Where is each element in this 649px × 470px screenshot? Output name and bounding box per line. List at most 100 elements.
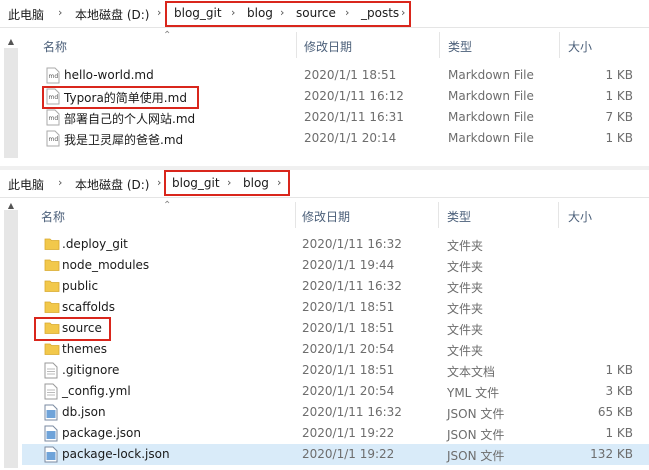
file-date: 2020/1/1 18:51 — [302, 321, 395, 335]
file-date: 2020/1/1 18:51 — [302, 300, 395, 314]
file-date: 2020/1/1 18:51 — [304, 68, 397, 82]
chevron-right-icon[interactable]: › — [58, 6, 62, 19]
column-type[interactable]: 类型 — [448, 38, 472, 55]
explorer-pane-blog: 此电脑 › 本地磁盘 (D:) › blog_git › blog › ▲ ⌃ … — [0, 170, 649, 470]
column-divider[interactable] — [438, 202, 439, 228]
file-name: 部署自己的个人网站.md — [64, 112, 196, 126]
address-bar[interactable]: 此电脑 › 本地磁盘 (D:) › blog_git › blog › — [0, 170, 649, 198]
json-file-icon — [44, 425, 58, 442]
file-size: 1 KB — [605, 89, 633, 103]
file-type: JSON 文件 — [447, 428, 505, 442]
text-file-icon — [44, 383, 58, 400]
file-type: Markdown File — [448, 89, 534, 103]
file-type: 文件夹 — [447, 239, 484, 253]
breadcrumb-this-pc[interactable]: 此电脑 — [8, 6, 44, 23]
folder-icon — [44, 341, 60, 358]
file-row[interactable]: node_modules 2020/1/1 19:44 文件夹 — [22, 255, 649, 276]
file-date: 2020/1/1 19:22 — [302, 426, 395, 440]
column-date[interactable]: 修改日期 — [302, 208, 350, 225]
column-divider[interactable] — [439, 32, 440, 58]
chevron-right-icon[interactable]: › — [58, 176, 62, 189]
explorer-pane-posts: 此电脑 › 本地磁盘 (D:) › blog_git › blog › sour… — [0, 0, 649, 166]
file-date: 2020/1/11 16:12 — [304, 89, 404, 103]
file-size: 1 KB — [605, 131, 633, 145]
folder-highlight-box — [34, 317, 111, 341]
file-name: 我是卫灵犀的爸爸.md — [64, 133, 184, 147]
breadcrumb-this-pc[interactable]: 此电脑 — [8, 176, 44, 193]
breadcrumb-local-disk[interactable]: 本地磁盘 (D:) — [75, 176, 149, 193]
column-header: ⌃ 名称 修改日期 类型 大小 — [0, 30, 649, 58]
chevron-right-icon[interactable]: › — [157, 176, 161, 189]
file-row[interactable]: package.json 2020/1/1 19:22 JSON 文件 1 KB — [22, 423, 649, 444]
file-size: 7 KB — [605, 110, 633, 124]
file-type: 文件夹 — [447, 260, 484, 274]
file-name: node_modules — [62, 258, 150, 272]
file-name: .gitignore — [62, 363, 120, 377]
svg-text:md: md — [49, 136, 59, 143]
file-type: 文本文档 — [447, 365, 496, 379]
column-size[interactable]: 大小 — [568, 208, 592, 225]
scrollbar-track[interactable] — [4, 210, 18, 468]
file-size: 3 KB — [605, 384, 633, 398]
breadcrumb-local-disk[interactable]: 本地磁盘 (D:) — [75, 6, 149, 23]
column-date[interactable]: 修改日期 — [304, 38, 352, 55]
file-date: 2020/1/1 20:14 — [304, 131, 397, 145]
column-size[interactable]: 大小 — [568, 38, 592, 55]
file-row[interactable]: package-lock.json 2020/1/1 19:22 JSON 文件 13… — [22, 444, 649, 465]
folder-icon — [44, 236, 60, 253]
svg-text:md: md — [49, 115, 59, 122]
file-name: package-lock.json — [62, 447, 170, 461]
column-divider[interactable] — [295, 202, 296, 228]
file-name: package.json — [62, 426, 142, 440]
file-row[interactable]: themes 2020/1/1 20:54 文件夹 — [22, 339, 649, 360]
file-row[interactable]: public 2020/1/11 16:32 文件夹 — [22, 276, 649, 297]
text-file-icon — [44, 362, 58, 379]
address-bar[interactable]: 此电脑 › 本地磁盘 (D:) › blog_git › blog › sour… — [0, 0, 649, 28]
file-row[interactable]: source 2020/1/1 18:51 文件夹 — [22, 318, 649, 339]
file-date: 2020/1/11 16:32 — [302, 237, 402, 251]
file-type: 文件夹 — [447, 281, 484, 295]
column-divider[interactable] — [559, 32, 560, 58]
file-date: 2020/1/1 20:54 — [302, 384, 395, 398]
file-date: 2020/1/11 16:32 — [302, 405, 402, 419]
sort-ascending-icon: ⌃ — [163, 30, 172, 41]
file-row[interactable]: md 我是卫灵犀的爸爸.md 2020/1/1 20:14 Markdown File… — [22, 128, 649, 149]
file-name: .deploy_git — [62, 237, 128, 251]
file-date: 2020/1/1 18:51 — [302, 363, 395, 377]
chevron-right-icon[interactable]: › — [157, 6, 161, 19]
file-size: 1 KB — [605, 68, 633, 82]
sort-ascending-icon: ⌃ — [163, 200, 172, 211]
column-type[interactable]: 类型 — [447, 208, 471, 225]
file-row[interactable]: _config.yml 2020/1/1 20:54 YML 文件 3 KB — [22, 381, 649, 402]
scrollbar-track[interactable] — [4, 48, 18, 158]
file-date: 2020/1/1 19:22 — [302, 447, 395, 461]
file-row[interactable]: scaffolds 2020/1/1 18:51 文件夹 — [22, 297, 649, 318]
file-size: 65 KB — [597, 405, 633, 419]
column-divider[interactable] — [296, 32, 297, 58]
file-type: 文件夹 — [447, 323, 484, 337]
file-type: 文件夹 — [447, 302, 484, 316]
file-row[interactable]: db.json 2020/1/11 16:32 JSON 文件 65 KB — [22, 402, 649, 423]
file-date: 2020/1/1 20:54 — [302, 342, 395, 356]
file-row[interactable]: .gitignore 2020/1/1 18:51 文本文档 1 KB — [22, 360, 649, 381]
column-name[interactable]: 名称 — [43, 38, 67, 55]
folder-icon — [44, 257, 60, 274]
column-divider[interactable] — [558, 202, 559, 228]
markdown-file-icon: md — [46, 67, 60, 84]
column-name[interactable]: 名称 — [41, 208, 65, 225]
json-file-icon — [44, 446, 58, 463]
file-date: 2020/1/11 16:31 — [304, 110, 404, 124]
file-type: YML 文件 — [447, 386, 500, 400]
file-row[interactable]: md 部署自己的个人网站.md 2020/1/11 16:31 Markdown Fi… — [22, 107, 649, 128]
svg-text:md: md — [49, 73, 59, 80]
file-name: db.json — [62, 405, 106, 419]
file-row[interactable]: md hello-world.md 2020/1/1 18:51 Markdown F… — [22, 65, 649, 86]
file-type: 文件夹 — [447, 344, 484, 358]
file-name: _config.yml — [62, 384, 131, 398]
column-header: ⌃ 名称 修改日期 类型 大小 — [0, 200, 649, 228]
file-date: 2020/1/11 16:32 — [302, 279, 402, 293]
file-row[interactable]: .deploy_git 2020/1/11 16:32 文件夹 — [22, 234, 649, 255]
file-name: public — [62, 279, 99, 293]
markdown-file-icon: md — [46, 109, 60, 126]
file-type: Markdown File — [448, 68, 534, 82]
